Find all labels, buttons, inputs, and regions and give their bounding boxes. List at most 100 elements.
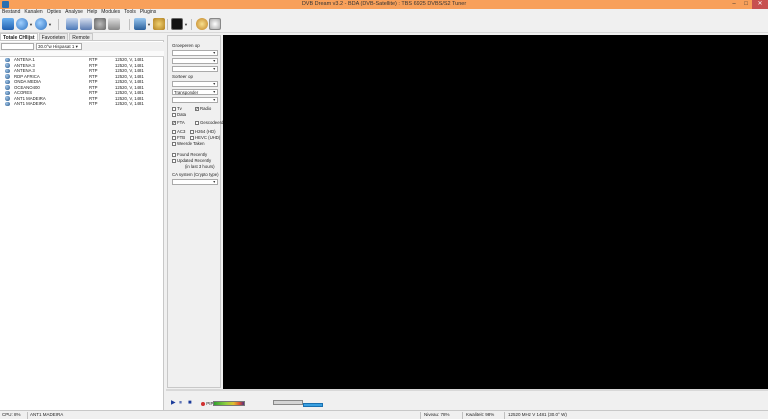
tab-favorites[interactable]: Favorieten: [38, 33, 69, 41]
tv-channel-icon: [5, 90, 10, 95]
minimize-button[interactable]: –: [728, 0, 740, 9]
chevron-down-icon: ▼: [212, 90, 216, 94]
tv-channel-icon: [5, 79, 10, 84]
radio-checkbox[interactable]: Radio: [195, 106, 211, 111]
menu-bestand[interactable]: Bestand: [0, 9, 22, 16]
group-by-select-3[interactable]: ▼: [172, 66, 218, 72]
checkbox-box: [195, 120, 199, 125]
current-channel-status: ANT1 MADEIRA: [30, 412, 64, 417]
timeshift-slider[interactable]: [303, 403, 323, 407]
back-dropdown-icon[interactable]: ▼: [29, 22, 33, 27]
checkbox-box: [172, 112, 176, 117]
checkbox-box: [195, 106, 199, 111]
forward-dropdown-icon[interactable]: ▼: [48, 22, 52, 27]
sort-by-label: Sorteer op: [172, 74, 194, 79]
transponder-status: 12520 MHz V 1481 (30.0° W): [508, 412, 567, 417]
updated-recently-label: Updated Recently: [177, 158, 212, 163]
menu-modules[interactable]: Modules: [99, 9, 122, 16]
group-by-label: Groeperen op: [172, 43, 200, 48]
checkbox-box: [172, 141, 176, 146]
last-hours-label: (in last 3 hours): [185, 164, 215, 169]
record-icon[interactable]: [108, 18, 120, 30]
pip-control[interactable]: PIP: [201, 401, 214, 406]
satellite-select[interactable]: 30.0°w Hispasat 1 ▾: [36, 43, 82, 50]
osd-icon[interactable]: [171, 18, 183, 30]
playback-controls: ▶ ⏸ ■ PIP: [166, 397, 768, 410]
title-bar: DVB Dream v3.2 - BDA (DVB-Satellite) : T…: [0, 0, 768, 9]
chevron-down-icon: ▼: [212, 82, 216, 86]
chevron-down-icon: ▾: [75, 44, 78, 49]
plugin-icon[interactable]: [153, 18, 165, 30]
tv-checkbox[interactable]: Tv: [172, 106, 182, 111]
h264-checkbox[interactable]: H264 (HD): [190, 129, 216, 134]
sort-by-select-1[interactable]: ▼: [172, 81, 218, 87]
channel-transponder: 12520, V, 1481: [115, 101, 144, 106]
list-item[interactable]: ANT1 MADEIRA RTP 12520, V, 1481: [0, 101, 164, 107]
hevc-checkbox[interactable]: HEVC (UHD): [190, 135, 220, 140]
data-label: Data: [177, 112, 187, 117]
status-divider: [504, 412, 505, 419]
updated-recently-checkbox[interactable]: Updated Recently: [172, 158, 211, 163]
maximize-button[interactable]: □: [740, 0, 752, 9]
pause-button[interactable]: ⏸: [179, 400, 182, 407]
fta-checkbox[interactable]: FTA: [172, 120, 185, 125]
found-recently-checkbox[interactable]: Found Recently: [172, 152, 207, 157]
group-by-select-2[interactable]: ▼: [172, 58, 218, 64]
epg-icon[interactable]: [66, 18, 78, 30]
close-button[interactable]: ✕: [752, 0, 768, 9]
weerde-label: Weerde Taken: [177, 141, 205, 146]
window-title: DVB Dream v3.2 - BDA (DVB-Satellite) : T…: [301, 1, 467, 7]
ca-system-select[interactable]: ▼: [172, 179, 218, 185]
channel-search-input[interactable]: [1, 43, 34, 50]
ac3-checkbox[interactable]: AC3: [172, 129, 185, 134]
back-icon[interactable]: [16, 18, 28, 30]
found-recently-label: Found Recently: [177, 152, 208, 157]
volume-slider[interactable]: [273, 400, 303, 405]
toolbar-separator: [129, 19, 130, 30]
ftb-label: FTB: [177, 135, 186, 140]
menu-opties[interactable]: Opties: [45, 9, 63, 16]
open-list-icon[interactable]: [2, 18, 14, 30]
settings-icon[interactable]: [94, 18, 106, 30]
ftb-checkbox[interactable]: FTB: [172, 135, 185, 140]
clock-icon[interactable]: [209, 18, 221, 30]
menu-tools[interactable]: Tools: [122, 9, 138, 16]
h264-label: H264 (HD): [195, 129, 216, 134]
play-button[interactable]: ▶: [171, 400, 176, 407]
channel-provider: RTP: [89, 101, 98, 106]
scrambled-checkbox[interactable]: Gescodeerd: [195, 120, 223, 125]
checkbox-box: [172, 152, 176, 157]
window-controls: – □ ✕: [728, 0, 768, 9]
toolbar-separator: [58, 19, 59, 30]
checkbox-box: [172, 129, 176, 134]
menu-kanalen[interactable]: Kanalen: [22, 9, 44, 16]
hevc-label: HEVC (UHD): [195, 135, 221, 140]
scan-icon[interactable]: [80, 18, 92, 30]
menu-help[interactable]: Help: [85, 9, 99, 16]
sort-by-value: Transponder: [174, 90, 199, 95]
sort-by-select-2[interactable]: Transponder ▼: [172, 89, 218, 95]
menu-plugins[interactable]: Plugins: [138, 9, 158, 16]
video-display[interactable]: [223, 35, 768, 389]
checkbox-box: [172, 158, 176, 163]
ca-system-label: CA system (Crypto type): [172, 172, 219, 177]
tab-total-channels[interactable]: Totale CHlijst: [0, 33, 38, 41]
monitor-dropdown-icon[interactable]: ▼: [147, 22, 151, 27]
tv-channel-icon: [5, 68, 10, 73]
menu-analyse[interactable]: Analyse: [63, 9, 85, 16]
monitor-icon[interactable]: [134, 18, 146, 30]
forward-icon[interactable]: [35, 18, 47, 30]
sort-by-select-3[interactable]: ▼: [172, 97, 218, 103]
group-by-select-1[interactable]: ▼: [172, 50, 218, 56]
chevron-down-icon: ▼: [212, 59, 216, 63]
status-divider: [27, 412, 28, 419]
menu-bar: Bestand Kanalen Opties Analyse Help Modu…: [0, 9, 768, 16]
stop-button[interactable]: ■: [188, 400, 192, 407]
data-checkbox[interactable]: Data: [172, 112, 186, 117]
tab-remote[interactable]: Remote: [69, 33, 93, 41]
teletext-icon[interactable]: [196, 18, 208, 30]
signal-level-status: Niveau: 78%: [424, 412, 450, 417]
weerde-checkbox[interactable]: Weerde Taken: [172, 141, 205, 146]
toolbar: ▼ ▼ ▼ ▼: [0, 16, 768, 33]
osd-dropdown-icon[interactable]: ▼: [184, 22, 188, 27]
